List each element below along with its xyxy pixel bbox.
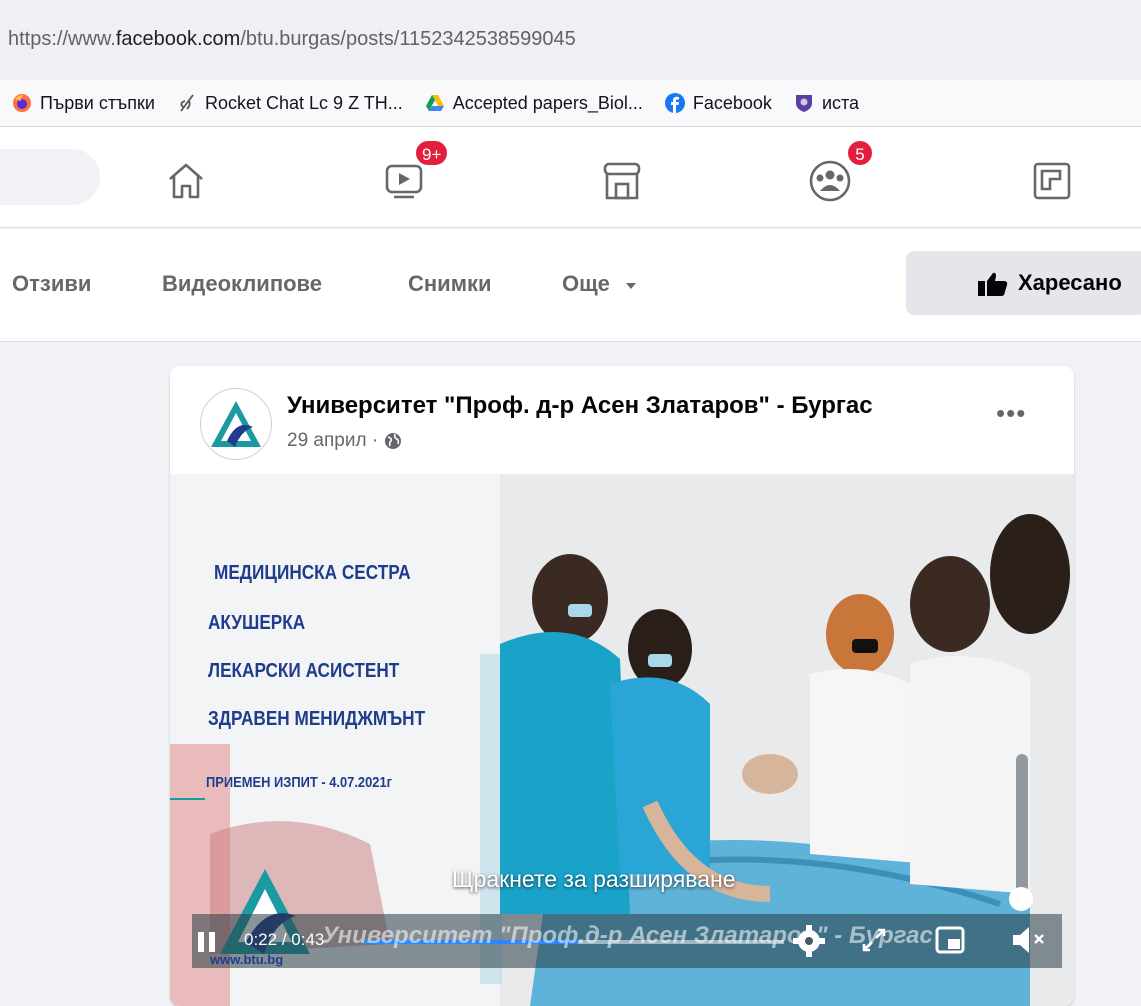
address-bar[interactable]: https://www.facebook.com/btu.burgas/post… (0, 0, 1141, 80)
page-tabs: Отзиви Видеоклипове Снимки Още Харесано (0, 229, 1141, 342)
university-logo-icon (211, 401, 261, 447)
website-caption: www.btu.bg (210, 952, 284, 967)
duration: 0:43 (291, 930, 325, 949)
bookmark-label: иста (821, 92, 860, 113)
bookmark-label: Rocket Chat Lc 9 Z TH... (205, 92, 403, 113)
video-line-exam-date: ПРИЕМЕН ИЗПИТ - 4.07.2021г (206, 774, 393, 791)
tab-reviews[interactable]: Отзиви (12, 271, 91, 297)
muted-volume-icon[interactable] (1010, 924, 1050, 956)
post-author[interactable]: Университет "Проф. д-р Асен Златаров" - … (287, 392, 873, 420)
url-prefix: https://www. (8, 28, 116, 50)
liked-button[interactable]: Харесано (906, 251, 1141, 315)
post-date[interactable]: 29 април · (287, 430, 402, 452)
click-to-expand-hint[interactable]: Щракнете за разширяване (452, 866, 736, 893)
current-time: 0:22 (244, 930, 278, 949)
video-line-nurse: МЕДИЦИНСКА СЕСТРА (214, 562, 411, 584)
facebook-icon (664, 93, 685, 113)
video-line-midwife: АКУШЕРКА (208, 612, 306, 634)
video-timestamp: 0:22 / 0:43 (244, 930, 324, 950)
bookmark-label: Първи стъпки (40, 92, 155, 113)
globe-icon (385, 433, 402, 449)
search-field[interactable] (0, 149, 100, 205)
home-icon[interactable] (164, 159, 208, 203)
bookmark-ista[interactable]: иста (794, 93, 859, 114)
settings-gear-icon[interactable] (792, 924, 826, 958)
liked-label: Харесано (1018, 270, 1122, 295)
more-options-button[interactable]: ••• (996, 400, 1026, 426)
video-line-health-management: ЗДРАВЕН МЕНИДЖМЪНТ (208, 708, 426, 730)
groups-icon[interactable] (808, 159, 852, 203)
bookmark-label: Accepted papers_Biol... (452, 92, 643, 113)
post-video[interactable]: МЕДИЦИНСКА СЕСТРА АКУШЕРКА ЛЕКАРСКИ АСИС… (170, 474, 1074, 1006)
groups-notification-badge: 5 (846, 139, 874, 167)
video-line-medical-assistant: ЛЕКАРСКИ АСИСТЕНТ (208, 660, 400, 682)
video-controls: 0:22 / 0:43 Университет "Проф.д-р Асен З… (192, 914, 1062, 968)
google-drive-icon (425, 95, 444, 111)
volume-slider-track[interactable] (1016, 754, 1028, 894)
watch-notification-badge: 9+ (414, 139, 450, 167)
browser-chrome: https://www.facebook.com/btu.burgas/post… (0, 0, 1141, 127)
url-domain: facebook.com (115, 28, 241, 50)
url-path: /btu.burgas/posts/1152342538599045 (240, 28, 576, 50)
time-separator: / (277, 930, 292, 949)
pause-icon[interactable] (196, 930, 218, 954)
picture-in-picture-icon[interactable] (934, 924, 966, 956)
bookmarks-bar: Първи стъпки Rocket Chat Lc 9 Z TH... Ac… (0, 80, 1141, 127)
caret-down-icon (626, 283, 637, 289)
post-card: Университет "Проф. д-р Асен Златаров" - … (170, 366, 1074, 1006)
bookmark-accepted-papers[interactable]: Accepted papers_Biol... (425, 93, 643, 114)
tab-photos[interactable]: Снимки (408, 271, 492, 297)
bookmark-facebook[interactable]: Facebook (664, 92, 772, 114)
gaming-icon[interactable] (1030, 159, 1074, 203)
facebook-top-nav: 9+ 5 (0, 127, 1141, 228)
tab-videos[interactable]: Видеоклипове (162, 271, 322, 297)
page-avatar[interactable] (200, 388, 272, 460)
fullscreen-expand-icon[interactable] (860, 926, 888, 954)
volume-slider-knob[interactable] (1009, 887, 1033, 911)
video-watermark: Университет "Проф.д-р Асен Златаров" - Б… (322, 922, 933, 949)
bookmark-label: Facebook (692, 92, 772, 113)
bookmark-first-steps[interactable]: Първи стъпки (12, 93, 155, 114)
tab-more-label: Още (562, 271, 610, 296)
post-date-text: 29 април · (287, 430, 379, 451)
rocket-chat-icon (180, 94, 194, 112)
url-text[interactable]: https://www.facebook.com/btu.burgas/post… (8, 28, 576, 51)
shield-icon (795, 95, 812, 112)
tab-more[interactable]: Още (562, 271, 638, 297)
thumbs-up-icon (978, 272, 1008, 296)
marketplace-icon[interactable] (600, 159, 644, 203)
firefox-icon (13, 94, 31, 112)
bookmark-rocket-chat[interactable]: Rocket Chat Lc 9 Z TH... (177, 93, 403, 114)
